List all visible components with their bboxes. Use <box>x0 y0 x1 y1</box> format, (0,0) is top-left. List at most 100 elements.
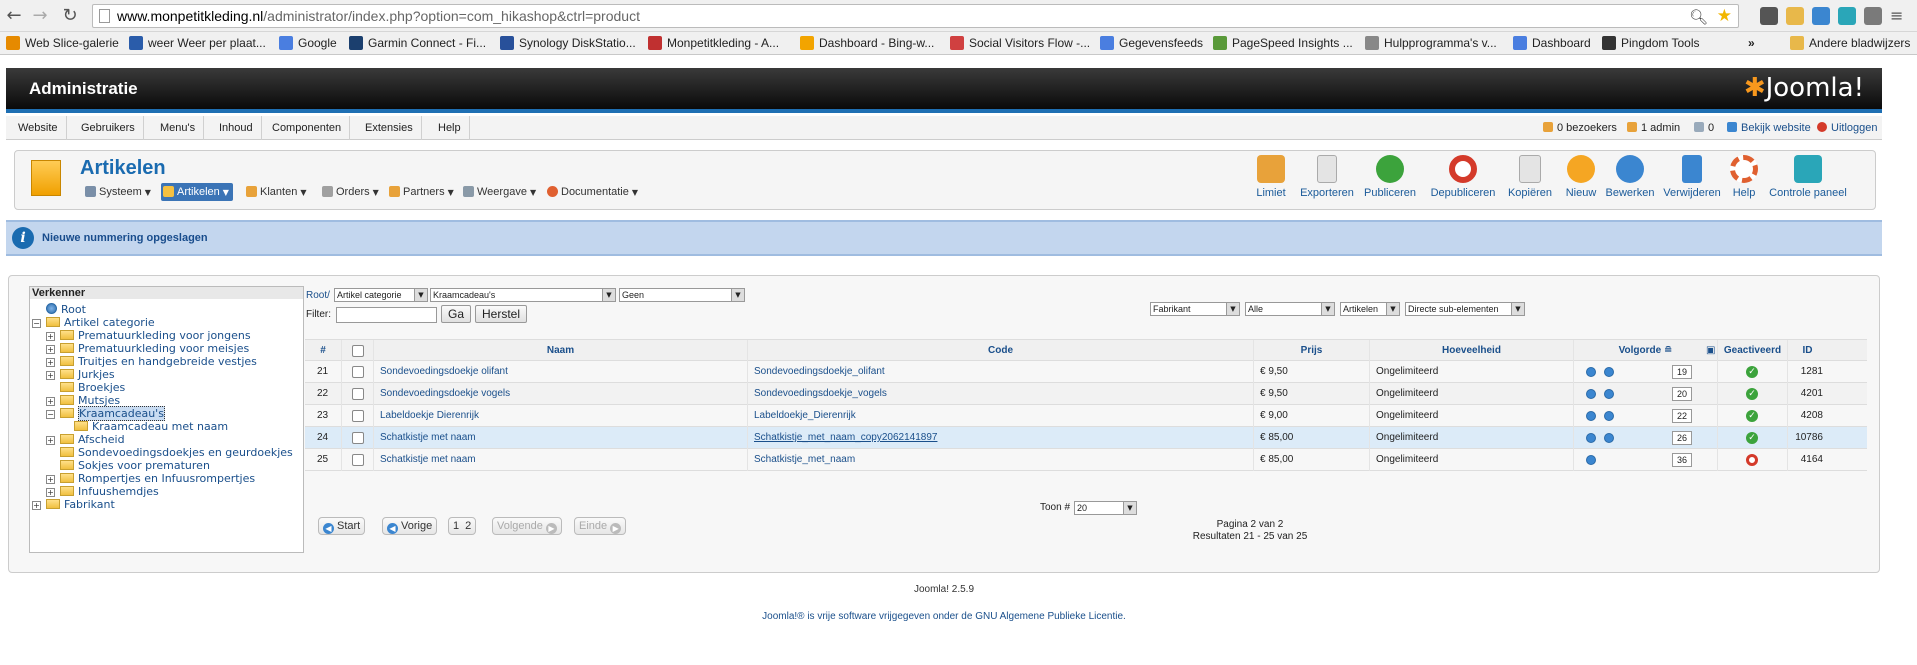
expand-icon[interactable]: + <box>32 501 41 510</box>
move-up-icon[interactable] <box>1586 367 1596 377</box>
menu-components[interactable]: Componenten <box>264 116 351 140</box>
col-order[interactable]: Volgorde ≘ ▣ <box>1573 340 1717 362</box>
address-bar[interactable]: www.monpetitkleding.nl/administrator/ind… <box>92 4 1739 28</box>
select-all-checkbox[interactable] <box>352 345 364 357</box>
tree-node[interactable]: + Prematuurkleding voor meisjes <box>46 342 249 356</box>
row-checkbox[interactable] <box>352 410 364 422</box>
articles-select[interactable]: Artikelen ▼ <box>1340 302 1400 316</box>
limit-button[interactable]: Limiet <box>1251 155 1291 207</box>
limit-select[interactable]: 20 ▼ <box>1074 501 1137 515</box>
bookmark-star-icon[interactable]: ★ <box>1717 5 1732 27</box>
tree-node[interactable]: − Kraamcadeau's <box>46 406 165 421</box>
tree-node[interactable]: + Infuushemdjes <box>46 485 159 499</box>
col-active[interactable]: Geactiveerd <box>1717 340 1787 362</box>
product-name-link[interactable]: Schatkistje met naam <box>380 432 476 443</box>
expand-icon[interactable]: + <box>46 397 55 406</box>
tree-node[interactable]: + Rompertjes en Infuusrompertjes <box>46 472 255 486</box>
zoom-icon[interactable]: 🔍︎ <box>1689 6 1708 28</box>
breadcrumb[interactable]: Root/ <box>306 290 330 301</box>
menu-menus[interactable]: Menu's <box>152 116 205 140</box>
category-select[interactable]: Kraamcadeau's ▼ <box>430 288 616 302</box>
move-down-icon[interactable] <box>1604 389 1614 399</box>
expand-icon[interactable]: + <box>46 371 55 380</box>
product-name-link[interactable]: Labeldoekje Dierenrijk <box>380 410 479 421</box>
expand-icon[interactable]: + <box>46 475 55 484</box>
bookmark-item[interactable]: Pingdom Tools <box>1602 35 1700 52</box>
bookmark-item[interactable]: PageSpeed Insights ... <box>1213 35 1353 52</box>
col-quantity[interactable]: Hoeveelheid <box>1369 340 1573 362</box>
tree-node[interactable]: + Afscheid <box>46 433 125 447</box>
gpl-link[interactable]: GNU Algemene Publieke Licentie. <box>975 611 1126 622</box>
move-up-icon[interactable] <box>1586 433 1596 443</box>
expand-icon[interactable]: + <box>46 488 55 497</box>
row-checkbox[interactable] <box>352 432 364 444</box>
collapse-icon[interactable]: − <box>46 410 55 419</box>
bookmark-item[interactable]: Social Visitors Flow -... <box>950 35 1090 52</box>
pagination-start[interactable]: ◀ Start <box>318 517 366 535</box>
forward-icon[interactable]: → <box>30 6 50 26</box>
submenu-documentation[interactable]: Documentatie ▼ <box>545 183 642 201</box>
view-site-link[interactable]: Bekijk website <box>1727 116 1811 140</box>
product-name-link[interactable]: Sondevoedingsdoekje vogels <box>380 388 510 399</box>
menu-users[interactable]: Gebruikers <box>73 116 144 140</box>
order-input[interactable]: 36 <box>1672 453 1692 467</box>
geen-select[interactable]: Geen ▼ <box>619 288 745 302</box>
move-down-icon[interactable] <box>1604 367 1614 377</box>
bookmark-item[interactable]: Dashboard <box>1513 35 1591 52</box>
published-icon[interactable]: ✓ <box>1746 432 1758 444</box>
col-code[interactable]: Code <box>747 340 1253 362</box>
tree-node[interactable]: Root <box>46 303 86 317</box>
product-code-link[interactable]: Sondevoedingsdoekje_olifant <box>754 366 885 377</box>
bookmark-item[interactable]: Gegevensfeeds <box>1100 35 1203 52</box>
row-checkbox[interactable] <box>352 366 364 378</box>
bookmark-item[interactable]: Hulpprogramma's v... <box>1365 35 1497 52</box>
extension-icon[interactable] <box>1786 7 1804 25</box>
product-name-link[interactable]: Sondevoedingsdoekje olifant <box>380 366 508 377</box>
submenu-orders[interactable]: Orders ▼ <box>320 183 383 201</box>
sub-elements-select[interactable]: Directe sub-elementen ▼ <box>1405 302 1525 316</box>
row-checkbox[interactable] <box>352 454 364 466</box>
bookmark-item[interactable]: Dashboard - Bing-w... <box>800 35 934 52</box>
bookmarks-overflow-button[interactable]: » <box>1748 35 1755 52</box>
submenu-customers[interactable]: Klanten ▼ <box>244 183 310 201</box>
extension-icon[interactable] <box>1812 7 1830 25</box>
bookmark-item[interactable]: weer Weer per plaat... <box>129 35 266 52</box>
bookmark-item[interactable]: Monpetitkleding - A... <box>648 35 779 52</box>
extension-icon[interactable] <box>1838 7 1856 25</box>
expand-icon[interactable]: + <box>46 436 55 445</box>
submenu-articles[interactable]: Artikelen ▼ <box>161 183 233 201</box>
tree-node[interactable]: + Prematuurkleding voor jongens <box>46 329 251 343</box>
publish-button[interactable]: Publiceren <box>1360 155 1420 207</box>
product-code-link[interactable]: Sondevoedingsdoekje_vogels <box>754 388 887 399</box>
bookmark-item[interactable]: Google <box>279 35 337 52</box>
all-select[interactable]: Alle ▼ <box>1245 302 1335 316</box>
expand-icon[interactable]: + <box>46 345 55 354</box>
product-code-link[interactable]: Schatkistje_met_naam <box>754 454 855 465</box>
tree-node[interactable]: + Truitjes en handgebreide vestjes <box>46 355 257 369</box>
filter-input[interactable] <box>336 307 437 323</box>
expand-icon[interactable]: + <box>46 358 55 367</box>
col-name[interactable]: Naam <box>373 340 747 362</box>
back-icon[interactable]: ← <box>4 6 24 26</box>
pagination-prev[interactable]: ◀ Vorige <box>382 517 438 535</box>
go-button[interactable]: Ga <box>441 305 471 323</box>
order-input[interactable]: 19 <box>1672 365 1692 379</box>
tree-node[interactable]: Sokjes voor prematuren <box>60 459 210 473</box>
bookmark-item[interactable]: Garmin Connect - Fi... <box>349 35 486 52</box>
menu-help[interactable]: Help <box>430 116 470 140</box>
delete-button[interactable]: Verwijderen <box>1660 155 1724 207</box>
tree-node[interactable]: + Fabrikant <box>32 498 115 512</box>
extension-icon[interactable] <box>1864 7 1882 25</box>
col-id[interactable]: ID <box>1787 340 1827 362</box>
reset-button[interactable]: Herstel <box>475 305 527 323</box>
page-1-link[interactable]: 1 <box>453 520 459 532</box>
category-type-select[interactable]: Artikel categorie ▼ <box>334 288 428 302</box>
move-up-icon[interactable] <box>1586 389 1596 399</box>
unpublished-icon[interactable] <box>1746 454 1758 466</box>
published-icon[interactable]: ✓ <box>1746 388 1758 400</box>
other-bookmarks-folder[interactable]: Andere bladwijzers <box>1790 35 1910 52</box>
menu-content[interactable]: Inhoud <box>211 116 262 140</box>
messages-status[interactable]: 0 <box>1694 116 1714 140</box>
submenu-partners[interactable]: Partners ▼ <box>387 183 458 201</box>
row-checkbox[interactable] <box>352 388 364 400</box>
